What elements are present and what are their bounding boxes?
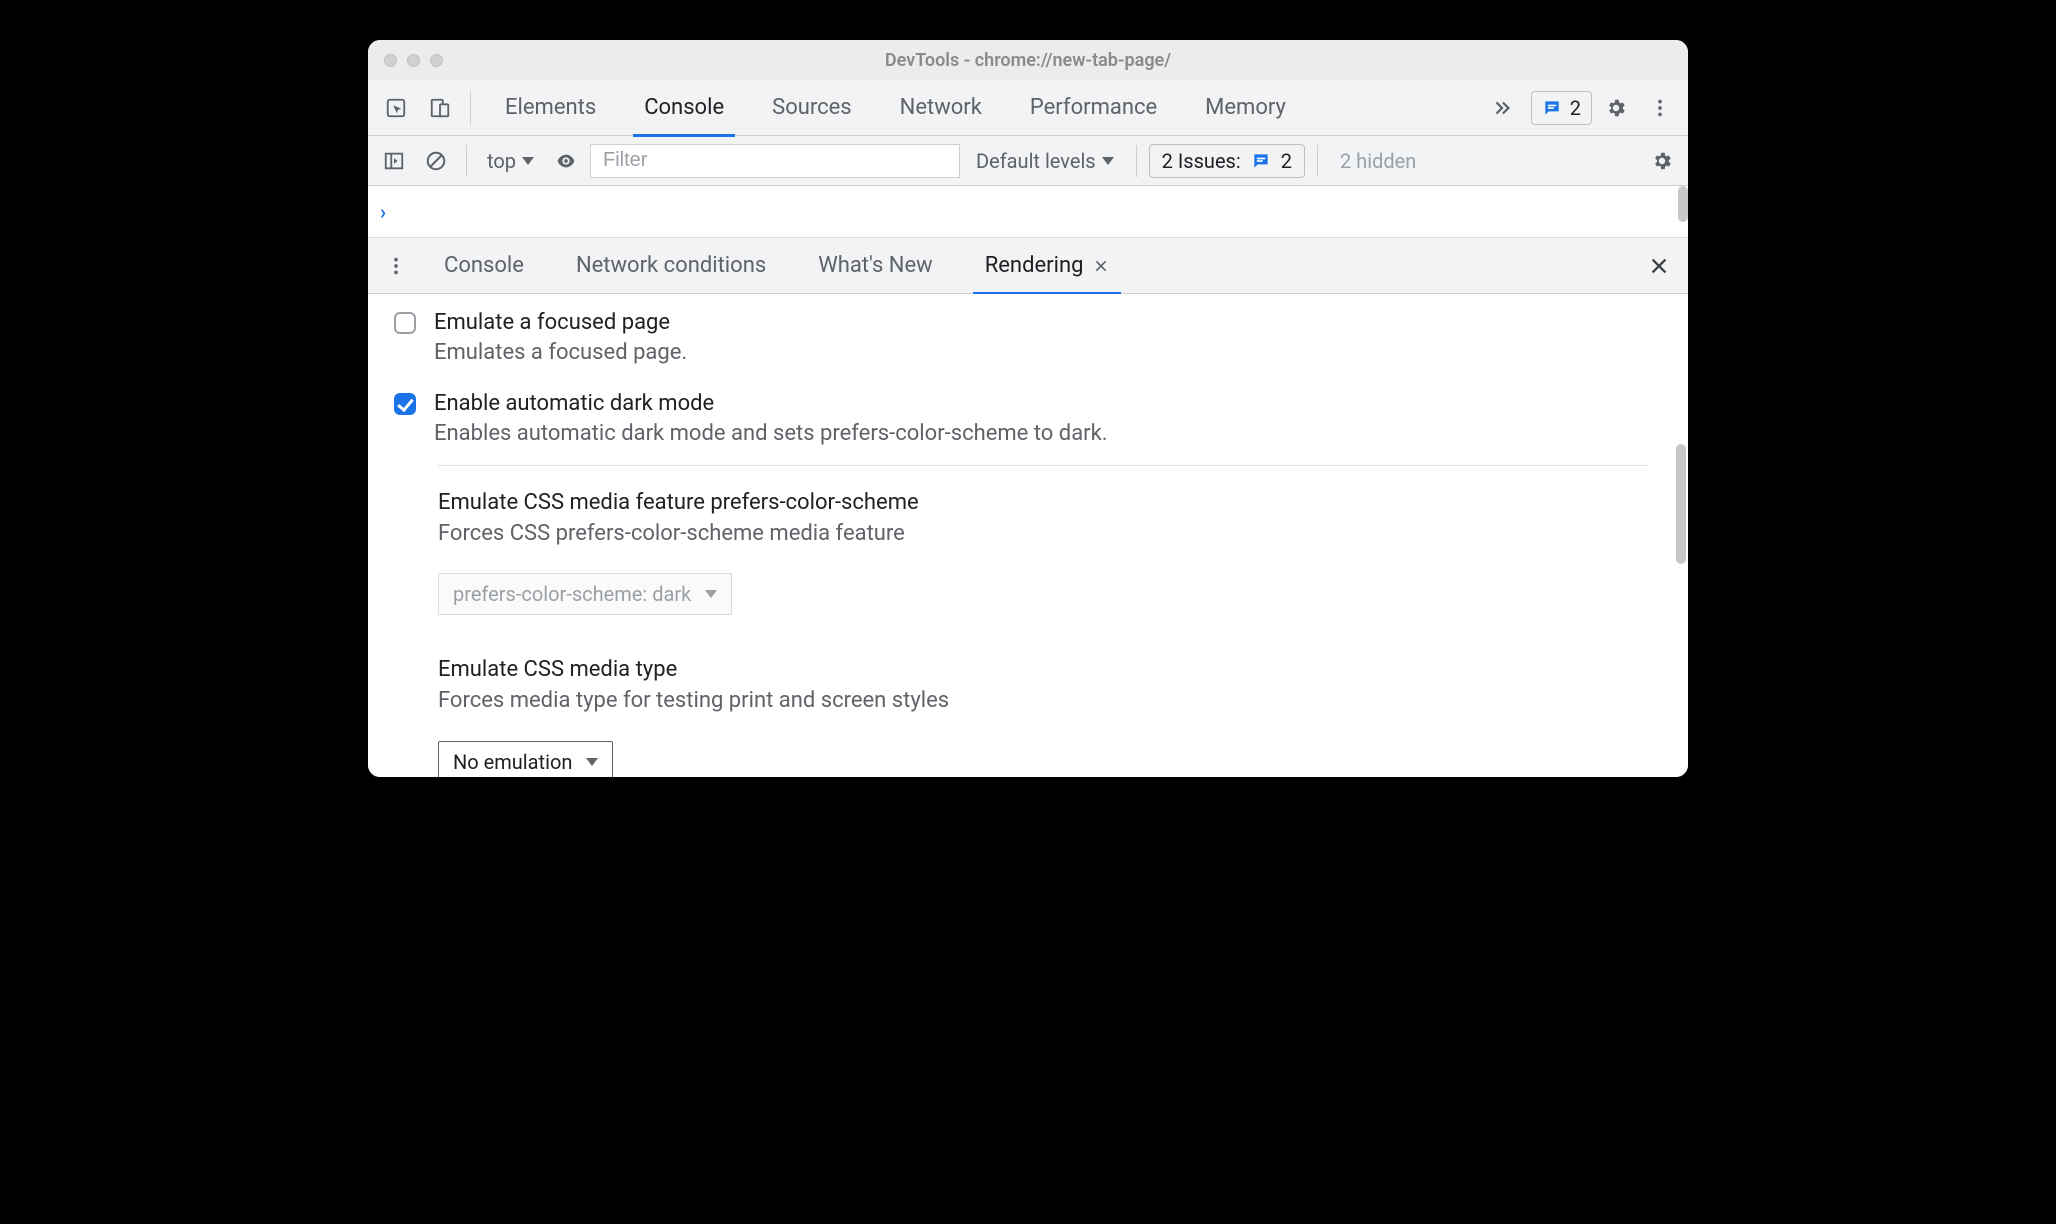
section-prefers-color-scheme: Emulate CSS media feature prefers-color-… — [368, 476, 1670, 624]
main-tabs: Elements Console Sources Network Perform… — [481, 80, 1479, 136]
console-settings-icon[interactable] — [1644, 143, 1680, 179]
context-label: top — [487, 149, 516, 173]
divider — [438, 465, 1648, 466]
option-title: Emulate a focused page — [434, 308, 687, 338]
tab-sources[interactable]: Sources — [748, 80, 876, 136]
more-options-icon[interactable] — [1640, 88, 1680, 128]
sidebar-toggle-icon[interactable] — [376, 143, 412, 179]
tab-console[interactable]: Console — [620, 80, 748, 136]
inspect-element-icon[interactable] — [376, 88, 416, 128]
levels-label: Default levels — [976, 149, 1096, 173]
tab-label: Memory — [1205, 95, 1286, 120]
titlebar: DevTools - chrome://new-tab-page/ — [368, 40, 1688, 80]
tab-label: Console — [444, 253, 524, 278]
tab-label: Rendering — [985, 253, 1084, 278]
tab-label: Network conditions — [576, 253, 766, 278]
drawer-tabs: Console Network conditions What's New Re… — [418, 238, 1636, 294]
option-emulate-focused-page: Emulate a focused page Emulates a focuse… — [368, 294, 1670, 375]
dropdown-caret-icon — [705, 590, 717, 598]
message-icon — [1542, 98, 1562, 118]
section-title: Emulate CSS media type — [438, 655, 1650, 686]
divider — [1136, 145, 1137, 177]
clear-console-icon[interactable] — [418, 143, 454, 179]
section-title: Emulate CSS media feature prefers-color-… — [438, 488, 1650, 519]
tab-memory[interactable]: Memory — [1181, 80, 1310, 136]
messages-count: 2 — [1570, 96, 1581, 120]
message-icon — [1251, 151, 1271, 171]
option-title: Enable automatic dark mode — [434, 389, 1108, 419]
console-toolbar: top Default levels 2 Issues: 2 2 hidden — [368, 136, 1688, 186]
select-value: prefers-color-scheme: dark — [453, 582, 691, 606]
checkbox-auto-dark-mode[interactable] — [394, 393, 416, 415]
dropdown-caret-icon — [1102, 157, 1114, 165]
tab-label: Network — [900, 95, 982, 120]
drawer-tab-rendering[interactable]: Rendering — [959, 238, 1136, 294]
main-toolbar: Elements Console Sources Network Perform… — [368, 80, 1688, 136]
context-selector[interactable]: top — [479, 149, 542, 173]
messages-badge[interactable]: 2 — [1531, 91, 1592, 125]
issues-label: 2 Issues: — [1162, 149, 1241, 173]
device-toolbar-icon[interactable] — [420, 88, 460, 128]
tab-label: Elements — [505, 95, 596, 120]
option-enable-auto-dark-mode: Enable automatic dark mode Enables autom… — [368, 375, 1670, 456]
option-description: Enables automatic dark mode and sets pre… — [434, 419, 1108, 449]
checkbox-emulate-focused[interactable] — [394, 312, 416, 334]
console-prompt-area[interactable]: › — [368, 186, 1688, 238]
close-drawer-icon[interactable] — [1640, 255, 1678, 277]
window-controls — [368, 54, 443, 67]
tab-label: Performance — [1030, 95, 1157, 120]
window-title: DevTools - chrome://new-tab-page/ — [368, 50, 1688, 71]
select-value: No emulation — [453, 750, 572, 774]
issues-button[interactable]: 2 Issues: 2 — [1149, 144, 1305, 178]
close-tab-icon[interactable] — [1093, 258, 1109, 274]
issues-count: 2 — [1281, 149, 1292, 173]
settings-icon[interactable] — [1596, 88, 1636, 128]
devtools-window: DevTools - chrome://new-tab-page/ Elemen… — [368, 40, 1688, 777]
drawer-toolbar: Console Network conditions What's New Re… — [368, 238, 1688, 294]
dropdown-caret-icon — [586, 758, 598, 766]
prompt-caret-icon: › — [380, 200, 386, 224]
option-description: Emulates a focused page. — [434, 338, 687, 368]
zoom-window-button[interactable] — [430, 54, 443, 67]
scrollbar-thumb[interactable] — [1678, 186, 1688, 222]
live-expression-icon[interactable] — [548, 143, 584, 179]
tab-network[interactable]: Network — [876, 80, 1006, 136]
tab-label: Console — [644, 95, 724, 120]
divider — [466, 145, 467, 177]
section-description: Forces media type for testing print and … — [438, 686, 1650, 717]
close-window-button[interactable] — [384, 54, 397, 67]
prefers-color-scheme-select[interactable]: prefers-color-scheme: dark — [438, 573, 732, 615]
drawer-tab-network-conditions[interactable]: Network conditions — [550, 238, 792, 294]
scrollbar-thumb[interactable] — [1676, 444, 1686, 564]
drawer-tab-console[interactable]: Console — [418, 238, 550, 294]
rendering-panel: Emulate a focused page Emulates a focuse… — [368, 294, 1688, 777]
tab-performance[interactable]: Performance — [1006, 80, 1181, 136]
tab-label: Sources — [772, 95, 852, 120]
divider — [470, 92, 471, 124]
section-description: Forces CSS prefers-color-scheme media fe… — [438, 519, 1650, 550]
divider — [1317, 145, 1318, 177]
tab-elements[interactable]: Elements — [481, 80, 620, 136]
drawer-more-icon[interactable] — [378, 248, 414, 284]
hidden-messages-label[interactable]: 2 hidden — [1330, 149, 1426, 173]
filter-input[interactable] — [590, 144, 960, 178]
more-tabs-icon[interactable] — [1483, 97, 1521, 119]
section-media-type: Emulate CSS media type Forces media type… — [368, 623, 1670, 777]
drawer-tab-whats-new[interactable]: What's New — [792, 238, 959, 294]
minimize-window-button[interactable] — [407, 54, 420, 67]
media-type-select[interactable]: No emulation — [438, 741, 613, 777]
dropdown-caret-icon — [522, 157, 534, 165]
tab-label: What's New — [818, 253, 933, 278]
log-levels-selector[interactable]: Default levels — [966, 149, 1124, 173]
